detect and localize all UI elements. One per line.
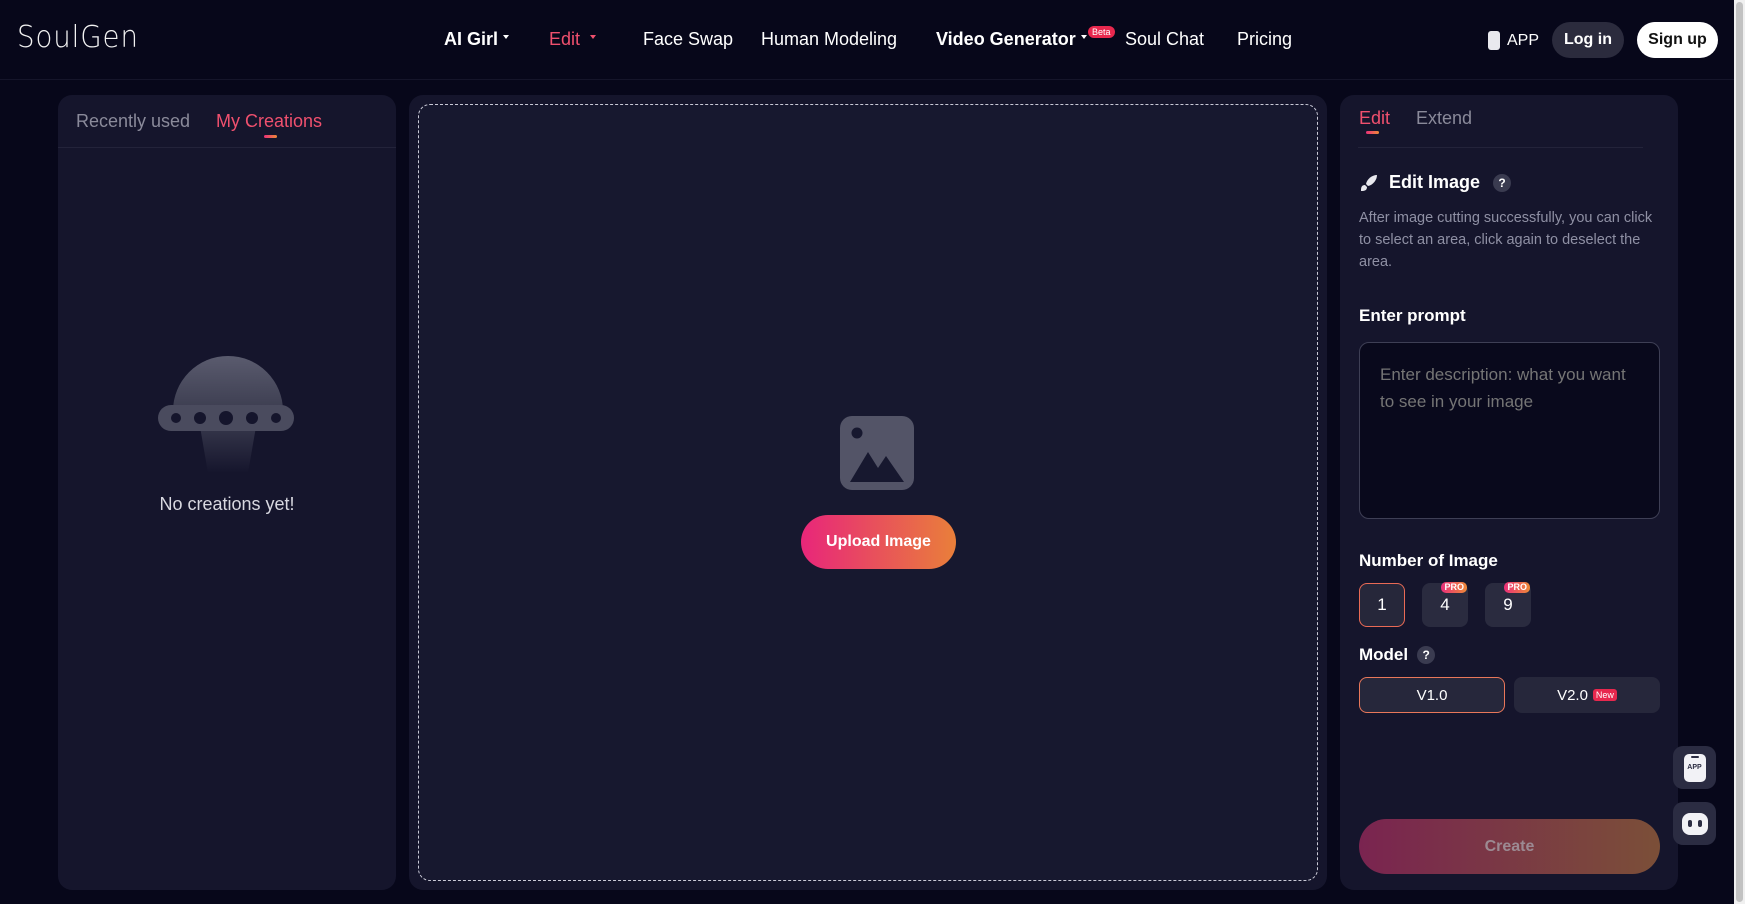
floating-app-button[interactable]: APP [1673, 746, 1716, 789]
nav-item-label: AI Girl [444, 29, 499, 49]
floating-chat-button[interactable] [1673, 802, 1716, 845]
scrollbar-thumb[interactable] [1736, 2, 1743, 902]
phone-icon [1488, 31, 1500, 50]
image-count-option-1[interactable]: 1 [1359, 583, 1405, 627]
model-option-v1[interactable]: V1.0 [1359, 677, 1505, 713]
nav-item-pricing[interactable]: Pricing [1237, 29, 1292, 50]
image-count-option-4[interactable]: 4 PRO [1422, 582, 1468, 627]
active-tab-indicator [1366, 131, 1379, 134]
mode-tabs: Edit Extend [1358, 95, 1643, 148]
pro-badge: PRO [1504, 582, 1530, 593]
model-option-v2[interactable]: V2.0 New [1514, 677, 1660, 713]
login-button[interactable]: Log in [1552, 22, 1624, 58]
edit-description: After image cutting successfully, you ca… [1359, 210, 1653, 270]
upload-image-button[interactable]: Upload Image [801, 515, 956, 569]
nav-item-edit[interactable]: Edit [549, 29, 597, 50]
caret-down-icon [1080, 35, 1087, 40]
model-option-label: V1.0 [1416, 686, 1448, 704]
model-heading: Model ? [1359, 645, 1436, 665]
model-label: Model [1359, 645, 1409, 664]
app-download-link[interactable]: APP [1488, 31, 1539, 50]
tab-recently-used[interactable]: Recently used [76, 111, 190, 132]
caret-down-icon [590, 35, 597, 40]
number-of-image-label: Number of Image [1359, 551, 1498, 570]
paint-brush-icon [1359, 173, 1379, 193]
image-count-option-9[interactable]: 9 PRO [1485, 582, 1531, 627]
tab-extend[interactable]: Extend [1416, 108, 1472, 129]
app-link-label: APP [1507, 31, 1540, 49]
nav-item-video-generator[interactable]: Video Generator [936, 29, 1087, 50]
soulgen-logo[interactable]: SoulGen [17, 20, 139, 55]
nav-item-label: Video Generator [936, 29, 1076, 49]
image-drop-zone[interactable]: Upload Image [418, 104, 1318, 881]
image-count-value: 4 [1440, 595, 1450, 614]
floating-app-label: APP [1687, 764, 1702, 771]
edit-settings-panel: Edit Extend Edit Image ? After image cut… [1340, 95, 1678, 890]
ufo-empty-state-icon [158, 355, 298, 480]
history-tabs: Recently used My Creations [58, 95, 396, 148]
new-badge: New [1592, 689, 1617, 701]
tab-my-creations[interactable]: My Creations [216, 111, 322, 132]
create-button[interactable]: Create [1359, 819, 1660, 874]
nav-item-face-swap[interactable]: Face Swap [643, 29, 733, 50]
edit-image-title: Edit Image [1389, 172, 1481, 192]
active-tab-indicator [264, 135, 277, 138]
prompt-label: Enter prompt [1359, 306, 1466, 325]
tab-edit[interactable]: Edit [1359, 108, 1390, 129]
history-panel: Recently used My Creations No creations … [58, 95, 396, 890]
prompt-input[interactable] [1359, 342, 1660, 519]
nav-item-label: Edit [549, 29, 581, 49]
image-count-value: 9 [1503, 595, 1513, 614]
nav-item-human-modeling[interactable]: Human Modeling [761, 29, 897, 50]
nav-item-label: Face Swap [643, 29, 734, 49]
canvas-panel: Upload Image [409, 95, 1327, 890]
page-scrollbar[interactable] [1734, 0, 1745, 904]
nav-item-label: Human Modeling [761, 29, 898, 49]
chat-bot-icon [1681, 812, 1708, 835]
caret-down-icon [503, 35, 510, 40]
top-navigation-bar: SoulGen AI Girl Edit Face Swap Human Mod… [0, 0, 1745, 80]
nav-item-ai-girl[interactable]: AI Girl [444, 29, 510, 50]
nav-item-label: Soul Chat [1125, 29, 1205, 49]
image-count-value: 1 [1377, 595, 1387, 614]
nav-item-label: Pricing [1237, 29, 1293, 49]
empty-state-message: No creations yet! [159, 494, 295, 514]
signup-button[interactable]: Sign up [1637, 22, 1718, 58]
beta-badge: Beta [1088, 26, 1115, 38]
pro-badge: PRO [1441, 582, 1467, 593]
nav-item-soul-chat[interactable]: Soul Chat [1125, 29, 1204, 50]
edit-image-heading: Edit Image ? [1359, 172, 1512, 193]
model-option-label: V2.0 [1557, 686, 1588, 704]
help-icon[interactable]: ? [1493, 173, 1512, 192]
image-placeholder-icon [840, 416, 914, 495]
help-icon[interactable]: ? [1417, 646, 1436, 664]
